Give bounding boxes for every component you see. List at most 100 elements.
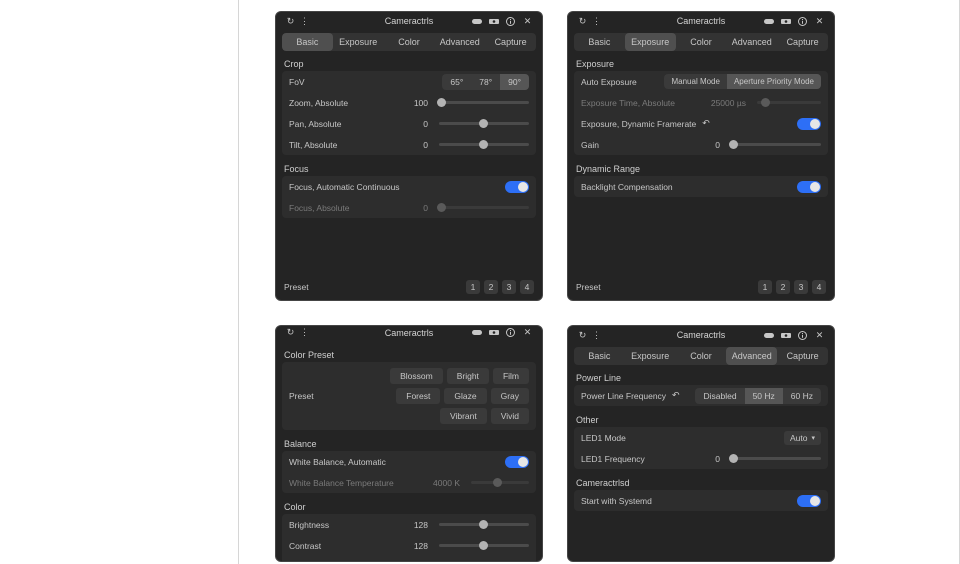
tab-advanced[interactable]: Advanced [726, 33, 777, 51]
cp-gray[interactable]: Gray [491, 388, 529, 404]
fov-90[interactable]: 90° [500, 74, 529, 90]
window-exposure: ↻ ⋮ Cameractrls ✕ Basic Exposure Color A… [567, 11, 835, 301]
camera-icon[interactable] [779, 15, 792, 28]
preset-1[interactable]: 1 [466, 280, 480, 294]
backlight-label: Backlight Compensation [581, 182, 673, 192]
preset-2[interactable]: 2 [484, 280, 498, 294]
camera-icon[interactable] [487, 15, 500, 28]
exp-dyn-label: Exposure, Dynamic Framerate [581, 119, 696, 129]
pan-slider[interactable] [439, 122, 529, 125]
tab-exposure[interactable]: Exposure [333, 33, 384, 51]
ledmode-dropdown[interactable]: Auto ▾ [784, 431, 821, 445]
auto-exp-label: Auto Exposure [581, 77, 637, 87]
tab-capture[interactable]: Capture [777, 347, 828, 365]
ledfreq-slider[interactable] [731, 457, 821, 460]
menu-icon[interactable]: ⋮ [590, 329, 603, 342]
info-icon[interactable] [504, 326, 517, 339]
cp-vibrant[interactable]: Vibrant [440, 408, 487, 424]
focus-auto-toggle[interactable] [505, 181, 529, 193]
section-crop: Crop [276, 54, 542, 71]
card-other: LED1 Mode Auto ▾ LED1 Frequency 0 [574, 427, 828, 469]
info-icon[interactable] [796, 329, 809, 342]
zoom-slider[interactable] [439, 101, 529, 104]
info-icon[interactable] [796, 15, 809, 28]
cp-forest[interactable]: Forest [396, 388, 440, 404]
tab-basic[interactable]: Basic [574, 347, 625, 365]
menu-icon[interactable]: ⋮ [298, 326, 311, 339]
preset-3[interactable]: 3 [794, 280, 808, 294]
wb-temp-label: White Balance Temperature [289, 478, 394, 488]
menu-icon[interactable]: ⋮ [298, 15, 311, 28]
cp-film[interactable]: Film [493, 368, 529, 384]
tilt-slider[interactable] [439, 143, 529, 146]
preset-2[interactable]: 2 [776, 280, 790, 294]
gamepad-icon[interactable] [762, 15, 775, 28]
tab-color[interactable]: Color [384, 33, 435, 51]
preset-1[interactable]: 1 [758, 280, 772, 294]
tab-color[interactable]: Color [676, 347, 727, 365]
gain-label: Gain [581, 140, 599, 150]
tab-exposure[interactable]: Exposure [625, 33, 676, 51]
mode-aperture[interactable]: Aperture Priority Mode [727, 74, 821, 89]
exp-dyn-toggle[interactable] [797, 118, 821, 130]
preset-4[interactable]: 4 [520, 280, 534, 294]
plf-60[interactable]: 60 Hz [783, 388, 821, 404]
preset-3[interactable]: 3 [502, 280, 516, 294]
tab-color[interactable]: Color [676, 33, 727, 51]
reload-icon[interactable]: ↻ [284, 15, 297, 28]
menu-icon[interactable]: ⋮ [590, 15, 603, 28]
focus-abs-slider [439, 206, 529, 209]
camera-icon[interactable] [487, 326, 500, 339]
gain-slider[interactable] [731, 143, 821, 146]
tab-capture[interactable]: Capture [777, 33, 828, 51]
section-balance: Balance [276, 434, 542, 451]
tab-basic[interactable]: Basic [282, 33, 333, 51]
reload-icon[interactable]: ↻ [576, 15, 589, 28]
tab-advanced[interactable]: Advanced [726, 347, 777, 365]
info-icon[interactable] [504, 15, 517, 28]
plf-disabled[interactable]: Disabled [695, 388, 744, 404]
systemd-toggle[interactable] [797, 495, 821, 507]
tab-basic[interactable]: Basic [574, 33, 625, 51]
backlight-toggle[interactable] [797, 181, 821, 193]
app-title: Cameractrls [568, 16, 834, 26]
wb-auto-label: White Balance, Automatic [289, 457, 386, 467]
gamepad-icon[interactable] [470, 15, 483, 28]
close-icon[interactable]: ✕ [813, 329, 826, 342]
window-advanced: ↻ ⋮ Cameractrls ✕ Basic Exposure Color A… [567, 325, 835, 562]
mode-manual[interactable]: Manual Mode [664, 74, 726, 89]
fov-78[interactable]: 78° [471, 74, 500, 90]
section-dynrange: Dynamic Range [568, 159, 834, 176]
gamepad-icon[interactable] [762, 329, 775, 342]
titlebar: ↻ ⋮ Cameractrls ✕ [276, 326, 542, 339]
wb-auto-toggle[interactable] [505, 456, 529, 468]
preset-4[interactable]: 4 [812, 280, 826, 294]
gamepad-icon[interactable] [470, 326, 483, 339]
reload-icon[interactable]: ↻ [284, 326, 297, 339]
cp-vivid[interactable]: Vivid [491, 408, 529, 424]
systemd-label: Start with Systemd [581, 496, 652, 506]
cp-glaze[interactable]: Glaze [444, 388, 486, 404]
wb-temp-slider [471, 481, 529, 484]
plf-seg: Disabled 50 Hz 60 Hz [695, 388, 821, 404]
bright-slider[interactable] [439, 523, 529, 526]
tilt-label: Tilt, Absolute [289, 140, 337, 150]
undo-icon[interactable]: ↶ [672, 390, 684, 402]
cp-blossom[interactable]: Blossom [390, 368, 443, 384]
contrast-slider[interactable] [439, 544, 529, 547]
undo-icon[interactable]: ↶ [702, 118, 714, 130]
close-icon[interactable]: ✕ [521, 15, 534, 28]
fov-65[interactable]: 65° [442, 74, 471, 90]
cp-bright[interactable]: Bright [447, 368, 489, 384]
reload-icon[interactable]: ↻ [576, 329, 589, 342]
tab-advanced[interactable]: Advanced [434, 33, 485, 51]
camera-icon[interactable] [779, 329, 792, 342]
plf-50[interactable]: 50 Hz [745, 388, 783, 404]
focus-abs-label: Focus, Absolute [289, 203, 349, 213]
focus-abs-value: 0 [423, 203, 428, 213]
app-title: Cameractrls [276, 16, 542, 26]
close-icon[interactable]: ✕ [521, 326, 534, 339]
tab-exposure[interactable]: Exposure [625, 347, 676, 365]
tab-capture[interactable]: Capture [485, 33, 536, 51]
close-icon[interactable]: ✕ [813, 15, 826, 28]
